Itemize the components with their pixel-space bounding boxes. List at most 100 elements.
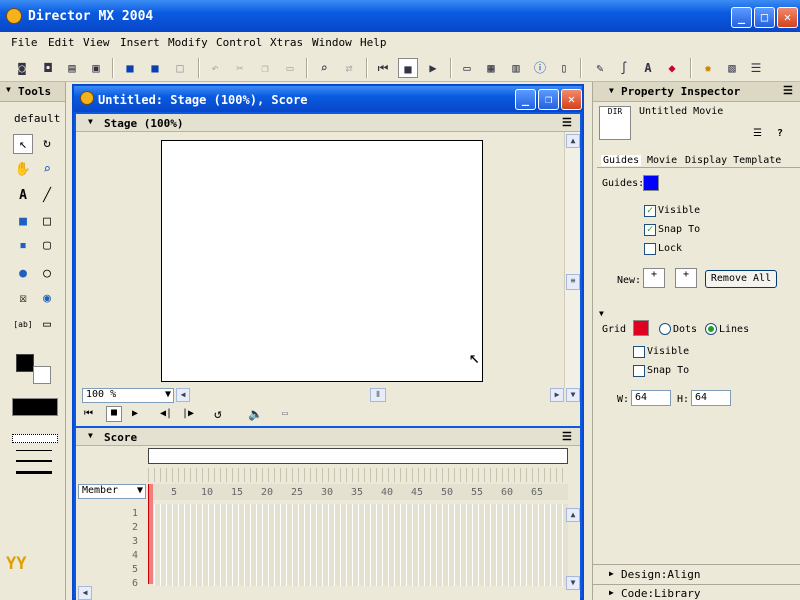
hscroll-thumb[interactable]: ⦀ bbox=[370, 388, 386, 402]
menu-window[interactable]: Window bbox=[312, 36, 352, 49]
grid-color-swatch[interactable] bbox=[633, 320, 649, 336]
pattern-swatch[interactable] bbox=[12, 398, 58, 416]
save-all-icon[interactable]: ■ bbox=[145, 58, 165, 78]
tab-movie[interactable]: Movie bbox=[647, 155, 677, 166]
grid-dots-radio[interactable] bbox=[659, 323, 671, 335]
menu-insert[interactable]: Insert bbox=[120, 36, 160, 49]
line-width-1[interactable] bbox=[16, 450, 52, 451]
button-tool-icon[interactable]: ▭ bbox=[37, 315, 57, 335]
list-view-icon[interactable]: ☰ bbox=[753, 128, 762, 139]
score-scroll-up-icon[interactable]: ▲ bbox=[566, 508, 580, 522]
find-icon[interactable]: ⌕ bbox=[314, 58, 334, 78]
doc-minimize-button[interactable]: _ bbox=[515, 89, 536, 110]
step-back-icon[interactable]: ◀| bbox=[160, 408, 172, 419]
dtr-icon[interactable]: ▭ bbox=[282, 408, 288, 419]
menu-xtras[interactable]: Xtras bbox=[270, 36, 303, 49]
open-folder-icon[interactable]: ▤ bbox=[62, 58, 82, 78]
guides-snap-checkbox[interactable]: ✓ bbox=[644, 224, 656, 236]
background-color-swatch[interactable] bbox=[33, 366, 51, 384]
rotate-tool-icon[interactable]: ↻ bbox=[37, 134, 57, 154]
collapse-arrow-icon[interactable]: ▼ bbox=[88, 431, 93, 440]
scroll-right-icon[interactable]: ▶ bbox=[550, 388, 564, 402]
new-cast-icon[interactable]: ◘ bbox=[38, 58, 58, 78]
grid-lines-radio[interactable] bbox=[705, 323, 717, 335]
vector-icon[interactable]: ∫ bbox=[614, 58, 634, 78]
stage-options-icon[interactable]: ☰ bbox=[562, 116, 572, 129]
grid-width-input[interactable]: 64 bbox=[631, 390, 671, 406]
new-vertical-guide-icon[interactable]: + bbox=[675, 268, 697, 288]
message-icon[interactable]: ☰ bbox=[746, 58, 766, 78]
menu-modify[interactable]: Modify bbox=[168, 36, 208, 49]
minimize-button[interactable]: _ bbox=[731, 7, 752, 28]
scroll-up-icon[interactable]: ▲ bbox=[566, 134, 580, 148]
grid-snap-checkbox[interactable] bbox=[633, 365, 645, 377]
grid-collapse-icon[interactable]: ▼ bbox=[599, 309, 604, 318]
score-window-icon[interactable]: ▦ bbox=[481, 58, 501, 78]
code-library-panel[interactable]: ▶ Code:Library bbox=[593, 584, 800, 600]
member-select[interactable]: Member ▼ bbox=[78, 484, 146, 499]
field-tool-icon[interactable]: [ab] bbox=[13, 315, 33, 335]
menu-file[interactable]: File bbox=[11, 36, 38, 49]
doc-close-button[interactable]: ✕ bbox=[561, 89, 582, 110]
stage-vscroll[interactable]: ▲ ≡ bbox=[564, 132, 580, 388]
save-icon[interactable]: ■ bbox=[120, 58, 140, 78]
line-width-3[interactable] bbox=[16, 471, 52, 474]
expand-arrow-icon[interactable]: ▼ bbox=[609, 86, 614, 95]
filled-rounded-rect-icon[interactable]: ▪ bbox=[13, 236, 33, 256]
stage-canvas[interactable]: ↖ bbox=[161, 140, 483, 382]
scroll-thumb[interactable]: ≡ bbox=[566, 274, 580, 290]
playhead[interactable] bbox=[148, 484, 153, 584]
filled-ellipse-icon[interactable]: ● bbox=[13, 264, 33, 284]
new-horizontal-guide-icon[interactable]: + bbox=[643, 268, 665, 288]
grid-height-input[interactable]: 64 bbox=[691, 390, 731, 406]
foreground-color-swatch[interactable] bbox=[16, 354, 34, 372]
exchange-icon[interactable]: ⇄ bbox=[339, 58, 359, 78]
menu-edit[interactable]: Edit bbox=[48, 36, 75, 49]
tools-mode-select[interactable]: default bbox=[14, 112, 60, 125]
zoom-select[interactable]: 100 % ▼ bbox=[82, 388, 174, 403]
library-icon[interactable]: ▯ bbox=[554, 58, 574, 78]
stage-window-icon[interactable]: ▭ bbox=[457, 58, 477, 78]
maximize-button[interactable]: □ bbox=[754, 7, 775, 28]
publish-icon[interactable]: □ bbox=[170, 58, 190, 78]
cut-icon[interactable]: ✂ bbox=[230, 58, 250, 78]
scroll-down-icon[interactable]: ▼ bbox=[566, 388, 580, 402]
grid-visible-checkbox[interactable] bbox=[633, 346, 645, 358]
guides-color-swatch[interactable] bbox=[643, 175, 659, 191]
loop-icon[interactable]: ↺ bbox=[214, 407, 222, 422]
score-scroll-left-icon[interactable]: ◀ bbox=[78, 586, 92, 600]
paste-icon[interactable]: ▭ bbox=[280, 58, 300, 78]
import-icon[interactable]: ▣ bbox=[86, 58, 106, 78]
line-tool-icon[interactable]: ╱ bbox=[37, 186, 57, 206]
cast-window-icon[interactable]: ▥ bbox=[506, 58, 526, 78]
guides-visible-checkbox[interactable]: ✓ bbox=[644, 205, 656, 217]
frame-label-channel[interactable] bbox=[148, 448, 568, 464]
line-width-none[interactable] bbox=[12, 434, 58, 443]
rewind-icon[interactable]: ⏮ bbox=[373, 58, 393, 78]
rectangle-icon[interactable]: □ bbox=[37, 212, 57, 232]
sprite-channel-grid[interactable] bbox=[154, 504, 568, 586]
behavior-icon[interactable]: ✹ bbox=[698, 58, 718, 78]
pi-options-icon[interactable]: ☰ bbox=[783, 84, 793, 97]
radio-tool-icon[interactable]: ◉ bbox=[37, 289, 57, 309]
doc-restore-button[interactable]: ❐ bbox=[538, 89, 559, 110]
menu-help[interactable]: Help bbox=[360, 36, 387, 49]
score-options-icon[interactable]: ☰ bbox=[562, 430, 572, 443]
line-width-2[interactable] bbox=[16, 460, 52, 462]
paint-icon[interactable]: ✎ bbox=[590, 58, 610, 78]
play-icon[interactable]: ▶ bbox=[132, 408, 138, 419]
step-forward-icon[interactable]: |▶ bbox=[182, 408, 194, 419]
volume-icon[interactable]: 🔈 bbox=[248, 407, 263, 421]
tab-display-template[interactable]: Display Template bbox=[685, 155, 781, 166]
filled-rectangle-icon[interactable]: ■ bbox=[13, 212, 33, 232]
text-tool-icon[interactable]: A bbox=[13, 186, 33, 206]
script-icon[interactable]: ▧ bbox=[722, 58, 742, 78]
guides-lock-checkbox[interactable] bbox=[644, 243, 656, 255]
design-align-panel[interactable]: ▶ Design:Align bbox=[593, 564, 800, 582]
copy-icon[interactable]: ❐ bbox=[255, 58, 275, 78]
checkbox-tool-icon[interactable]: ☒ bbox=[13, 289, 33, 309]
rounded-rect-icon[interactable]: ▢ bbox=[37, 236, 57, 256]
expand-arrow-icon[interactable]: ▼ bbox=[6, 85, 11, 94]
shockwave-3d-icon[interactable]: ◆ bbox=[662, 58, 682, 78]
stop-icon[interactable]: ■ bbox=[106, 406, 122, 422]
